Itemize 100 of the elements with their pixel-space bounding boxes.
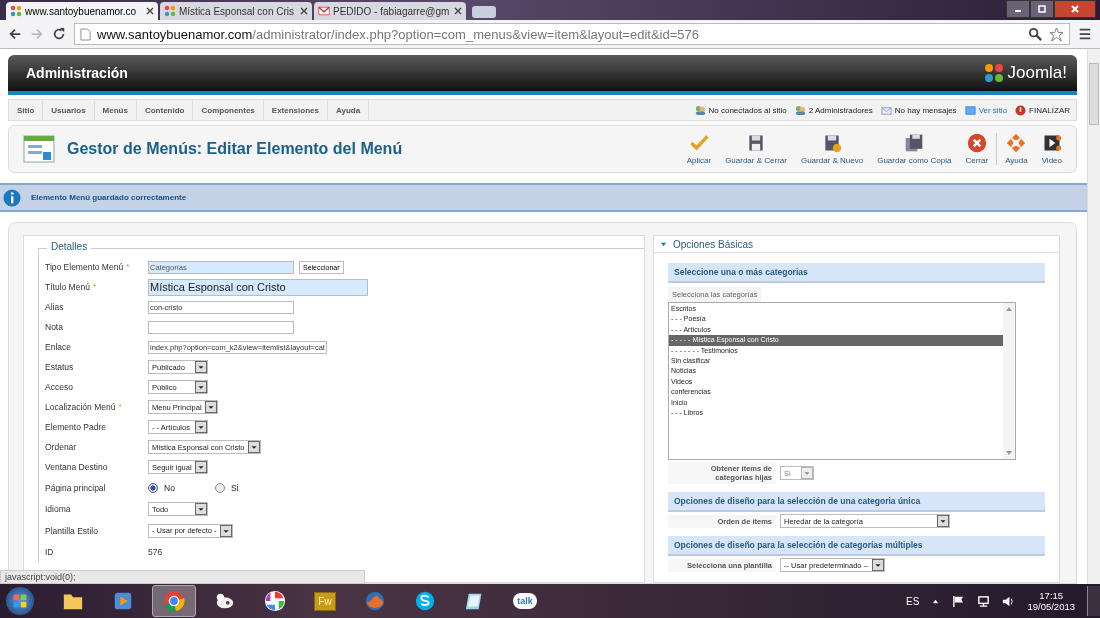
browser-tab[interactable]: www.santoybuenamor.co: [6, 2, 158, 20]
caret-icon: [195, 361, 207, 373]
toolbar-button[interactable]: Cerrar: [959, 133, 995, 165]
menu-item[interactable]: Componentes: [193, 100, 264, 120]
close-button[interactable]: [1054, 0, 1096, 18]
star-icon[interactable]: [1049, 26, 1064, 42]
users-icon: [794, 104, 806, 116]
minimize-button[interactable]: [1006, 0, 1030, 18]
required-mark: *: [92, 282, 96, 291]
menu-item[interactable]: Sitio: [9, 100, 44, 120]
lifebuoy-icon: [1006, 133, 1027, 153]
taskbar-button[interactable]: talk: [504, 586, 546, 616]
caret-icon: [195, 381, 207, 393]
options-header[interactable]: Opciones Básicas: [653, 235, 1060, 253]
page-title: Gestor de Menús: Editar Elemento del Menú: [67, 140, 404, 158]
windows-icon: [12, 593, 28, 609]
field-label: Nota: [45, 322, 63, 332]
app-label: talk: [513, 593, 537, 609]
flag-icon[interactable]: [952, 594, 966, 608]
address-field[interactable]: www.santoybuenamor.com/administrator/index.php?option=com_menus&view=item&layout=edit&id=576: [74, 23, 1070, 45]
close-icon[interactable]: [454, 7, 462, 15]
required-mark: *: [126, 262, 130, 271]
clock[interactable]: 17:15 19/05/2013: [1027, 590, 1075, 612]
back-icon[interactable]: [8, 27, 22, 41]
users-icon: [694, 104, 706, 116]
toolbar-button[interactable]: Aplicar: [680, 133, 718, 165]
close-icon[interactable]: [300, 7, 308, 15]
required-mark: *: [118, 402, 122, 411]
message-text: Elemento Menú guardado correctamente: [31, 193, 187, 202]
toolbar-button[interactable]: Guardar & Nuevo: [794, 133, 870, 165]
caret-icon: [195, 503, 207, 516]
network-icon[interactable]: [977, 594, 991, 608]
close-icon: [966, 133, 987, 153]
envelope-icon: [880, 104, 892, 116]
menu-item[interactable]: Extensiones: [263, 100, 328, 120]
play-icon: [112, 590, 134, 612]
globe-icon: [364, 590, 386, 612]
browser-tab[interactable]: PEDIDO - fabiagarre@gm: [314, 2, 466, 20]
pinwheel-icon: [164, 5, 176, 17]
toolbar-button[interactable]: Guardar & Cerrar: [719, 133, 793, 165]
caret-icon: [204, 401, 217, 413]
field-label: Acceso: [45, 382, 73, 392]
reload-icon[interactable]: [52, 27, 66, 41]
section-title: Seleccione una o más categorias: [674, 267, 808, 277]
language-indicator[interactable]: ES: [906, 595, 920, 607]
field-label: Ordenar: [45, 442, 77, 452]
search-icon[interactable]: [1028, 26, 1043, 42]
section-title: Opciones de diseño para la selección de una categoria única: [674, 496, 921, 506]
text-field[interactable]: Mística Esponsal con Cristo: [148, 278, 368, 296]
field-label: Idioma: [45, 504, 71, 515]
radio-option[interactable]: No: [148, 482, 175, 493]
floppy-copy-icon: [904, 133, 925, 153]
field-label: Plantilla Estilo: [45, 525, 98, 536]
floppy-icon: [746, 133, 766, 153]
field-label: Título Menú: [45, 282, 90, 292]
round-app-icon: [163, 590, 185, 612]
status-url: javascript:void(0);: [0, 570, 365, 584]
logo-icon: [984, 63, 1005, 83]
menu-item[interactable]: Contenido: [136, 100, 194, 120]
pinwheel-icon: [264, 590, 286, 612]
status-text: 2 Administradores: [808, 105, 873, 115]
scrollbar[interactable]: [1087, 49, 1100, 584]
toolbar-button[interactable]: Guardar como Copia: [871, 133, 958, 165]
browser-tab[interactable]: Mística Esponsal con Cris: [160, 2, 312, 20]
text-field[interactable]: [148, 320, 294, 334]
caret-icon: [195, 421, 207, 433]
monitor-icon: [964, 104, 976, 116]
show-desktop-button[interactable]: [1087, 586, 1100, 616]
pinwheel-icon: [10, 5, 22, 17]
menu-icon[interactable]: [1078, 27, 1092, 41]
field-label: Elemento Padre: [45, 422, 106, 432]
power-icon: [1015, 104, 1027, 116]
menu-item[interactable]: Usuarios: [43, 100, 95, 120]
status-text: No conectados al sitio: [708, 105, 787, 115]
restore-button[interactable]: [1030, 0, 1054, 18]
floppy-plus-icon: [822, 133, 843, 153]
scroll-down-icon[interactable]: [1005, 449, 1013, 457]
close-icon[interactable]: [146, 7, 154, 15]
logo-text: Joomla!: [1007, 63, 1067, 83]
field-label: Localización Menú: [45, 402, 116, 412]
view-site-link[interactable]: Ver sitio: [978, 105, 1008, 115]
menu-item[interactable]: Menús: [94, 100, 137, 120]
menu-item[interactable]: Ayuda: [327, 100, 370, 120]
caret-icon: [801, 467, 813, 479]
toolbar-button[interactable]: Ayuda: [999, 133, 1034, 165]
fieldset-legend: Detalles: [47, 241, 92, 252]
field-label: Página principal: [45, 482, 106, 493]
caret-icon: [660, 240, 667, 248]
toolbar-button[interactable]: Video: [1035, 133, 1068, 165]
chat-icon: [414, 590, 436, 612]
field-label: Estatus: [45, 362, 74, 372]
status-text: FINALIZAR: [1029, 105, 1070, 115]
radio-option[interactable]: Si: [214, 482, 239, 493]
scrollbar[interactable]: [1003, 303, 1015, 459]
restore-icon: [1037, 4, 1047, 14]
app-label: Fw: [314, 591, 336, 611]
caret-icon: [871, 559, 884, 571]
scroll-up-icon[interactable]: [1005, 305, 1013, 313]
start-button[interactable]: [6, 587, 34, 615]
caret-icon: [247, 441, 260, 453]
